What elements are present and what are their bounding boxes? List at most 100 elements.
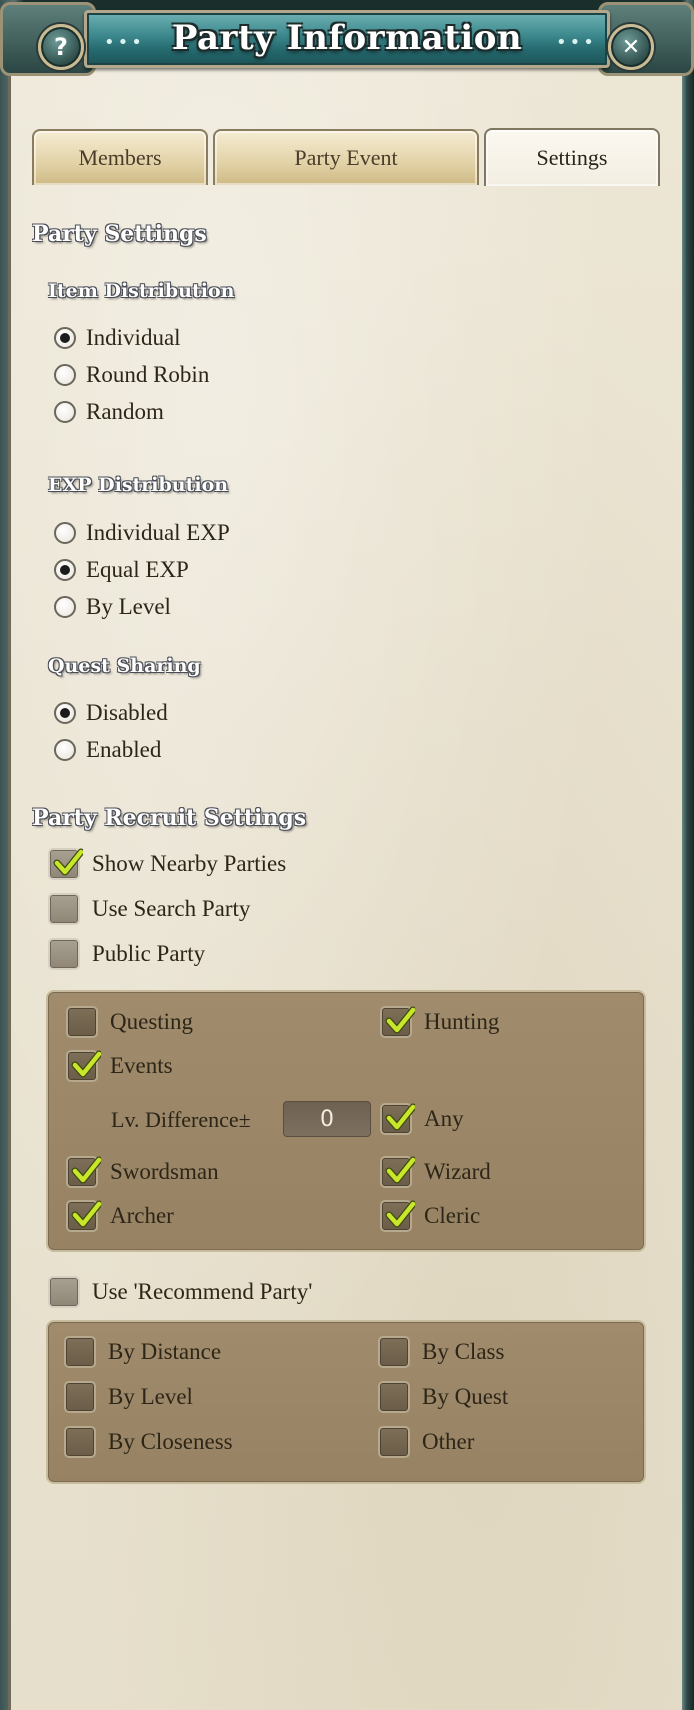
radio-button[interactable]: [54, 702, 76, 724]
checkbox[interactable]: [380, 1006, 415, 1038]
help-icon: ?: [54, 33, 68, 61]
radio-button[interactable]: [54, 559, 76, 581]
checkbox-label: Use Search Party: [92, 896, 251, 921]
checkbox-archer[interactable]: Archer: [66, 1200, 174, 1232]
checkbox-by-distance[interactable]: By Distance: [64, 1336, 221, 1368]
checkbox-public-party[interactable]: Public Party: [48, 938, 205, 970]
checkbox-recommend-party[interactable]: Use 'Recommend Party': [48, 1276, 312, 1308]
tab-party-event[interactable]: Party Event: [213, 129, 479, 185]
checkbox-label: Questing: [110, 1009, 194, 1034]
checkbox-use-search-party[interactable]: Use Search Party: [48, 893, 250, 925]
checkbox[interactable]: [64, 1381, 96, 1413]
checkmark-icon: [53, 848, 83, 876]
title-bar: ••• ••• Party Information ? ✕: [0, 0, 694, 78]
radio-button[interactable]: [54, 522, 76, 544]
checkmark-icon: [71, 1156, 101, 1184]
checkbox-by-closeness[interactable]: By Closeness: [64, 1426, 233, 1458]
help-button[interactable]: ?: [38, 24, 84, 70]
checkbox-wizard[interactable]: Wizard: [380, 1156, 491, 1188]
radio-label: By Level: [86, 594, 171, 619]
tab-members[interactable]: Members: [32, 129, 208, 185]
recruit-settings-heading: Party Recruit Settings: [32, 805, 307, 831]
checkbox[interactable]: [380, 1103, 415, 1135]
checkbox[interactable]: [380, 1156, 415, 1188]
checkbox-by-quest[interactable]: By Quest: [378, 1381, 508, 1413]
checkbox-by-level[interactable]: By Level: [64, 1381, 193, 1413]
radio-selected-dot: [60, 333, 70, 343]
checkbox[interactable]: [378, 1336, 410, 1368]
radio-button[interactable]: [54, 327, 76, 349]
checkbox-by-class[interactable]: By Class: [378, 1336, 504, 1368]
checkbox-questing[interactable]: Questing: [66, 1006, 193, 1038]
radio-label: Enabled: [86, 737, 162, 762]
exp-distribution-heading: EXP Distribution: [48, 474, 229, 496]
close-icon: ✕: [621, 34, 641, 60]
checkbox[interactable]: [378, 1381, 410, 1413]
party-settings-heading: Party Settings: [32, 221, 207, 247]
radio-quest-disabled[interactable]: Disabled: [54, 700, 168, 726]
radio-selected-dot: [60, 565, 70, 575]
checkbox-label: By Closeness: [108, 1429, 233, 1454]
tab-label: Settings: [536, 145, 608, 170]
checkbox[interactable]: [66, 1006, 98, 1038]
radio-label: Random: [86, 399, 164, 424]
checkbox-other[interactable]: Other: [378, 1426, 474, 1458]
radio-button[interactable]: [54, 401, 76, 423]
radio-exp-individual[interactable]: Individual EXP: [54, 520, 230, 546]
checkmark-icon: [385, 1103, 415, 1131]
checkbox-label: By Quest: [422, 1384, 509, 1409]
checkbox-label: Cleric: [424, 1203, 481, 1228]
close-button[interactable]: ✕: [608, 24, 654, 70]
checkbox[interactable]: [48, 1276, 80, 1308]
checkbox[interactable]: [64, 1336, 96, 1368]
lv-difference-input[interactable]: 0: [283, 1101, 371, 1137]
tab-label: Party Event: [294, 145, 398, 170]
checkmark-icon: [71, 1050, 101, 1078]
checkbox-label: Events: [110, 1053, 173, 1078]
checkbox[interactable]: [64, 1426, 96, 1458]
radio-selected-dot: [60, 708, 70, 718]
checkbox-label: Wizard: [424, 1159, 491, 1184]
checkbox-cleric[interactable]: Cleric: [380, 1200, 480, 1232]
lv-difference-value: 0: [320, 1106, 334, 1132]
radio-label: Round Robin: [86, 362, 210, 387]
checkbox-label: Archer: [110, 1203, 174, 1228]
radio-item-round-robin[interactable]: Round Robin: [54, 362, 209, 388]
radio-button[interactable]: [54, 364, 76, 386]
checkbox-swordsman[interactable]: Swordsman: [66, 1156, 219, 1188]
checkbox-hunting[interactable]: Hunting: [380, 1006, 499, 1038]
checkbox-label: By Distance: [108, 1339, 222, 1364]
quest-sharing-heading: Quest Sharing: [48, 655, 201, 677]
checkbox-label: Swordsman: [110, 1159, 219, 1184]
checkbox-events[interactable]: Events: [66, 1050, 173, 1082]
checkbox[interactable]: [48, 848, 83, 880]
checkmark-icon: [71, 1200, 101, 1228]
checkbox[interactable]: [48, 938, 80, 970]
tab-label: Members: [78, 145, 162, 170]
radio-quest-enabled[interactable]: Enabled: [54, 737, 161, 763]
radio-item-random[interactable]: Random: [54, 399, 164, 425]
checkbox[interactable]: [48, 893, 80, 925]
checkmark-icon: [385, 1156, 415, 1184]
checkbox[interactable]: [380, 1200, 415, 1232]
radio-item-individual[interactable]: Individual: [54, 325, 181, 351]
checkbox[interactable]: [66, 1156, 101, 1188]
radio-exp-equal[interactable]: Equal EXP: [54, 557, 189, 583]
checkbox-label: By Class: [422, 1339, 505, 1364]
radio-label: Individual: [86, 325, 181, 350]
radio-exp-by-level[interactable]: By Level: [54, 594, 171, 620]
checkbox[interactable]: [378, 1426, 410, 1458]
checkbox-label: Hunting: [424, 1009, 500, 1034]
tab-settings[interactable]: Settings: [484, 128, 660, 186]
radio-button[interactable]: [54, 739, 76, 761]
checkbox-label: Show Nearby Parties: [92, 851, 287, 876]
checkbox-any-level[interactable]: Any: [380, 1103, 464, 1135]
radio-button[interactable]: [54, 596, 76, 618]
checkbox-label: By Level: [108, 1384, 193, 1409]
radio-label: Individual EXP: [86, 520, 230, 545]
checkbox-label: Use 'Recommend Party': [92, 1279, 313, 1304]
checkbox-show-nearby[interactable]: Show Nearby Parties: [48, 848, 286, 880]
checkbox[interactable]: [66, 1200, 101, 1232]
checkbox[interactable]: [66, 1050, 101, 1082]
lv-difference-label: Lv. Difference±: [111, 1107, 251, 1132]
